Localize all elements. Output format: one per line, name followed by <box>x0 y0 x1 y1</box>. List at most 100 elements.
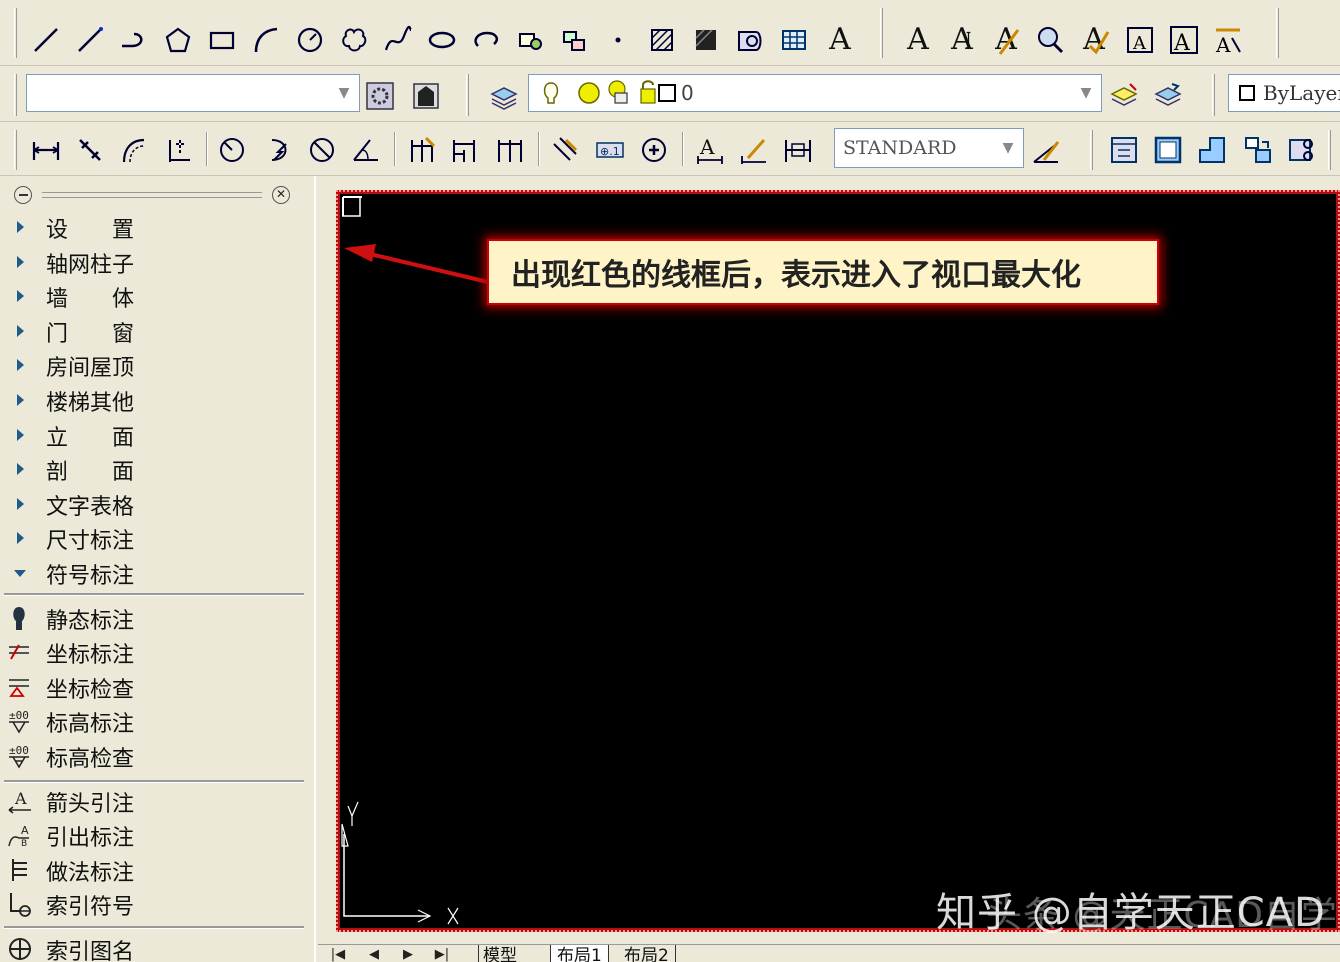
menu-item[interactable]: 尺寸标注 <box>0 521 305 555</box>
menu-item[interactable]: 文字表格 <box>0 487 305 521</box>
menu-item[interactable]: 符号标注 <box>0 556 305 590</box>
submenu-item[interactable]: A B 引出标注 <box>0 818 305 852</box>
clip-viewport-icon[interactable] <box>1284 132 1320 168</box>
caret-right-icon[interactable] <box>6 525 34 551</box>
submenu-item[interactable]: ±00 标高检查 <box>0 739 305 773</box>
submenu-item[interactable]: 索引图名 <box>0 932 305 962</box>
caret-right-icon[interactable] <box>6 214 34 240</box>
caret-right-icon[interactable] <box>6 318 34 344</box>
dim-update-icon[interactable] <box>780 132 816 168</box>
center-mark-icon[interactable] <box>636 132 672 168</box>
workspace-settings-icon[interactable] <box>362 78 398 114</box>
menu-item[interactable]: 设 置 <box>0 210 305 244</box>
radius-dim-icon[interactable] <box>214 132 250 168</box>
rectangle-icon[interactable] <box>204 22 240 58</box>
prev-tab-icon[interactable]: ◀ <box>366 947 382 962</box>
toolbar-grip[interactable] <box>880 8 883 58</box>
text-icon[interactable]: A <box>900 22 936 58</box>
tolerance-frame-icon[interactable]: ⊕.1 <box>592 132 628 168</box>
layer-properties-icon[interactable] <box>486 78 522 114</box>
make-current-layer-icon[interactable] <box>1106 78 1142 114</box>
submenu-item[interactable]: 坐标检查 <box>0 670 305 704</box>
spline-icon[interactable] <box>380 22 416 58</box>
menu-item[interactable]: 门 窗 <box>0 314 305 348</box>
insert-block-icon[interactable] <box>512 22 548 58</box>
linetype-combo[interactable]: ByLayer <box>1228 74 1340 112</box>
panel-title-bar[interactable]: ✕ <box>6 184 306 206</box>
caret-down-icon[interactable] <box>6 560 34 586</box>
last-tab-icon[interactable]: ▶| <box>434 947 450 962</box>
continue-dim-icon[interactable] <box>492 132 528 168</box>
caret-right-icon[interactable] <box>6 456 34 482</box>
region-icon[interactable] <box>732 22 768 58</box>
workspace-combo[interactable]: ▼ <box>26 74 360 112</box>
dim-edit-icon[interactable]: A <box>692 132 728 168</box>
submenu-item[interactable]: A 箭头引注 <box>0 784 305 818</box>
viewport-dialog-icon[interactable] <box>1106 132 1142 168</box>
arc-icon[interactable] <box>248 22 284 58</box>
menu-item[interactable]: 剖 面 <box>0 452 305 486</box>
chevron-down-icon[interactable]: ▼ <box>1071 75 1101 111</box>
make-block-icon[interactable] <box>556 22 592 58</box>
toolbar-grip[interactable] <box>1090 130 1093 170</box>
submenu-item[interactable]: ±00 标高标注 <box>0 704 305 738</box>
edit-text-icon[interactable]: A <box>988 22 1024 58</box>
hatch-icon[interactable] <box>644 22 680 58</box>
polyline-icon[interactable] <box>116 22 152 58</box>
baseline-dim-icon[interactable] <box>446 132 482 168</box>
menu-item[interactable]: 立 面 <box>0 418 305 452</box>
quick-dim-icon[interactable] <box>404 132 440 168</box>
ellipse-arc-icon[interactable] <box>468 22 504 58</box>
layer-combo[interactable]: 0 ▼ <box>528 74 1102 112</box>
caret-right-icon[interactable] <box>6 422 34 448</box>
ray-icon[interactable] <box>72 22 108 58</box>
menu-item[interactable]: 轴网柱子 <box>0 245 305 279</box>
close-icon[interactable]: ✕ <box>272 186 290 204</box>
submenu-item[interactable]: 做法标注 <box>0 853 305 887</box>
justify-text-icon[interactable]: A <box>1210 22 1246 58</box>
arc-length-icon[interactable] <box>116 132 152 168</box>
next-tab-icon[interactable]: ▶ <box>400 947 416 962</box>
dim-style-combo[interactable]: STANDARD ▼ <box>834 128 1024 168</box>
submenu-item[interactable]: 索引符号 <box>0 887 305 921</box>
toolbar-grip[interactable] <box>1212 74 1215 116</box>
toolbar-grip[interactable] <box>1328 130 1331 170</box>
toolbar-grip[interactable] <box>14 74 17 116</box>
linear-dim-icon[interactable] <box>28 132 64 168</box>
caret-right-icon[interactable] <box>6 352 34 378</box>
dim-text-edit-icon[interactable] <box>736 132 772 168</box>
line-icon[interactable] <box>28 22 64 58</box>
first-tab-icon[interactable]: |◀ <box>330 947 346 962</box>
menu-item[interactable]: 墙 体 <box>0 279 305 313</box>
revision-cloud-icon[interactable] <box>336 22 372 58</box>
chevron-down-icon[interactable]: ▼ <box>329 75 359 111</box>
tab-model[interactable]: 模型 <box>478 945 517 962</box>
mtext-icon[interactable]: A <box>822 22 858 58</box>
caret-right-icon[interactable] <box>6 491 34 517</box>
spell-check-icon[interactable]: A <box>1076 22 1112 58</box>
menu-item[interactable]: 楼梯其他 <box>0 383 305 417</box>
convert-to-viewport-icon[interactable] <box>1240 132 1276 168</box>
menu-item[interactable]: 房间屋顶 <box>0 348 305 382</box>
aligned-dim-icon[interactable] <box>72 132 108 168</box>
panel-grip[interactable] <box>42 192 262 198</box>
caret-right-icon[interactable] <box>6 387 34 413</box>
polygonal-viewport-icon[interactable] <box>1194 132 1230 168</box>
scale-text-icon[interactable]: A <box>1166 22 1202 58</box>
chevron-down-icon[interactable]: ▼ <box>993 129 1023 167</box>
caret-right-icon[interactable] <box>6 283 34 309</box>
submenu-item[interactable]: 静态标注 <box>0 601 305 635</box>
text-style-icon[interactable]: A <box>1122 22 1158 58</box>
save-workspace-icon[interactable] <box>408 78 444 114</box>
single-line-text-icon[interactable]: A <box>944 22 980 58</box>
find-text-icon[interactable] <box>1032 22 1068 58</box>
single-viewport-icon[interactable] <box>1150 132 1186 168</box>
collapse-icon[interactable] <box>14 186 32 204</box>
gradient-icon[interactable] <box>688 22 724 58</box>
tab-layout2[interactable]: 布局2 <box>624 945 676 962</box>
jogged-dim-icon[interactable] <box>262 132 298 168</box>
toolbar-grip[interactable] <box>14 130 17 170</box>
toolbar-grip[interactable] <box>466 74 469 116</box>
layer-previous-icon[interactable] <box>1150 78 1186 114</box>
caret-right-icon[interactable] <box>6 249 34 275</box>
